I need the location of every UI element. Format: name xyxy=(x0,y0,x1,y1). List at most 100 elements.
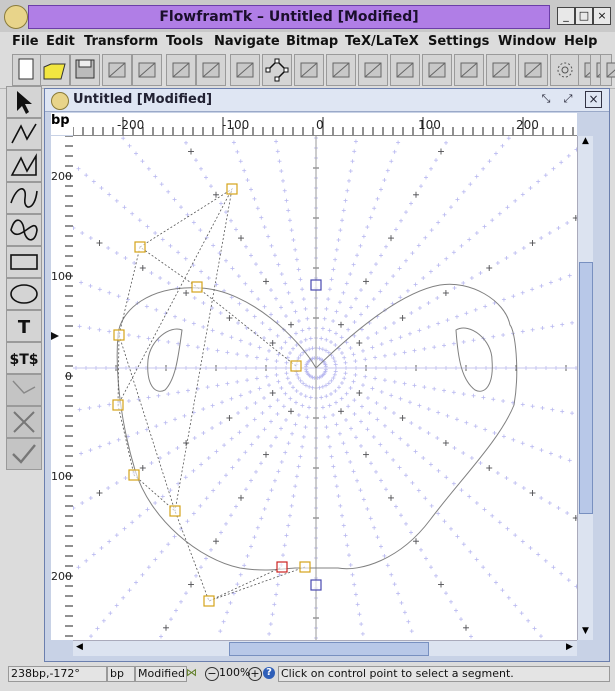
zoom-out-icon[interactable]: − xyxy=(205,667,219,681)
control-point[interactable] xyxy=(290,360,302,372)
status-units[interactable]: bp xyxy=(107,666,135,682)
status-position: 238bp,-172° xyxy=(8,666,107,682)
menu-edit[interactable]: Edit xyxy=(46,34,75,49)
menu-tex-latex[interactable]: TeX/LaTeX xyxy=(345,34,419,49)
vruler-label: 100 xyxy=(51,270,72,283)
window-title: FlowframTk – Untitled [Modified] xyxy=(28,5,550,29)
maximize-button[interactable]: □ xyxy=(575,7,593,25)
menu-settings[interactable]: Settings xyxy=(428,34,489,49)
ruler-units: bp xyxy=(51,113,73,135)
edit-off-icon[interactable] xyxy=(6,374,42,406)
control-point[interactable] xyxy=(112,399,124,411)
horizontal-scroll-thumb[interactable] xyxy=(229,642,429,656)
scroll-right-arrow[interactable]: ▶ xyxy=(563,642,576,655)
zoom-in-icon[interactable]: + xyxy=(248,667,262,681)
open-icon[interactable] xyxy=(40,54,70,86)
ellipse-icon[interactable] xyxy=(6,278,42,310)
control-point[interactable] xyxy=(134,241,146,253)
control-point[interactable] xyxy=(276,561,288,573)
more-icon[interactable] xyxy=(600,54,615,86)
zoom-level[interactable]: 100% xyxy=(219,666,250,679)
close-button[interactable]: × xyxy=(593,7,611,25)
status-hint: Click on control point to select a segme… xyxy=(278,666,610,682)
closed-curve-icon[interactable] xyxy=(6,214,42,246)
vruler-label: 100 xyxy=(51,470,72,483)
menu-tools[interactable]: Tools xyxy=(166,34,203,49)
menu-help[interactable]: Help xyxy=(564,34,597,49)
scroll-down-arrow[interactable]: ▼ xyxy=(579,626,592,639)
vertical-scrollbar[interactable]: ▲ ▼ xyxy=(577,136,593,640)
rectangle-icon[interactable] xyxy=(6,246,42,278)
pattern-icon[interactable] xyxy=(518,54,548,86)
closed-line-icon[interactable] xyxy=(6,150,42,182)
minimize-button[interactable]: _ xyxy=(557,7,575,25)
maximize-frame-button[interactable]: ⤢ xyxy=(561,92,575,106)
control-point[interactable] xyxy=(169,505,181,517)
back-icon[interactable] xyxy=(326,54,356,86)
control-point[interactable] xyxy=(128,469,140,481)
menu-window[interactable]: Window xyxy=(498,34,556,49)
reduce-icon[interactable] xyxy=(358,54,388,86)
cut-icon[interactable] xyxy=(132,54,162,86)
menu-file[interactable]: File xyxy=(12,34,39,49)
select-icon[interactable] xyxy=(6,86,42,118)
title-bar: FlowframTk – Untitled [Modified] _ □ × xyxy=(0,0,615,32)
hruler-label: -100 xyxy=(222,118,249,132)
vruler-label: 200 xyxy=(51,570,72,583)
star-icon[interactable] xyxy=(550,54,580,86)
rotate-icon[interactable] xyxy=(390,54,420,86)
curve-icon[interactable] xyxy=(6,182,42,214)
document-title-bar: Untitled [Modified] ⤡ ⤢ × xyxy=(45,89,609,112)
tool-palette: T $T$ xyxy=(6,86,42,470)
scale-icon[interactable] xyxy=(422,54,452,86)
scroll-left-arrow[interactable]: ◀ xyxy=(73,642,86,655)
toolbar xyxy=(0,52,615,89)
shear-icon[interactable] xyxy=(454,54,484,86)
svg-text:T: T xyxy=(18,317,31,338)
horizontal-scrollbar[interactable]: ◀ ▶ xyxy=(73,640,577,656)
vruler-label: 200 xyxy=(51,170,72,183)
control-point[interactable] xyxy=(299,561,311,573)
hruler-label: 0 xyxy=(316,118,324,132)
front-icon[interactable] xyxy=(294,54,324,86)
zoom-width-icon[interactable]: ⋈ xyxy=(186,666,200,680)
control-point[interactable] xyxy=(226,183,238,195)
control-point[interactable] xyxy=(310,579,322,591)
status-bar: 238bp,-172° bp Modified ⋈ − 100% + ? Cli… xyxy=(0,664,615,691)
menu-bitmap[interactable]: Bitmap xyxy=(286,34,338,49)
save-icon[interactable] xyxy=(70,54,100,86)
iconify-button[interactable]: ⤡ xyxy=(539,92,553,106)
document-icon xyxy=(51,92,69,110)
ungroup-icon[interactable] xyxy=(230,54,260,86)
control-point[interactable] xyxy=(113,329,125,341)
new-icon[interactable] xyxy=(12,54,42,86)
close-frame-button[interactable]: × xyxy=(585,91,602,108)
horizontal-ruler: -200 -100 0 100 200 xyxy=(72,113,577,136)
edit-path-icon[interactable] xyxy=(262,54,292,86)
hruler-label: -200 xyxy=(117,118,144,132)
menu-navigate[interactable]: Navigate xyxy=(214,34,280,49)
control-point[interactable] xyxy=(310,279,322,291)
math-text-icon[interactable]: $T$ xyxy=(6,342,42,374)
status-modified: Modified xyxy=(135,666,187,682)
vertical-ruler: 200 100 0 100 200 xyxy=(51,135,74,640)
vertical-scroll-thumb[interactable] xyxy=(579,262,593,514)
control-point[interactable] xyxy=(191,281,203,293)
info-icon: ? xyxy=(263,667,275,679)
hruler-label: 100 xyxy=(418,118,441,132)
svg-text:$T$: $T$ xyxy=(9,352,38,368)
paste-icon[interactable] xyxy=(166,54,196,86)
control-point[interactable] xyxy=(203,595,215,607)
text-icon[interactable]: T xyxy=(6,310,42,342)
cancel-icon[interactable] xyxy=(6,406,42,438)
distort-icon[interactable] xyxy=(486,54,516,86)
menu-transform[interactable]: Transform xyxy=(84,34,158,49)
group-icon[interactable] xyxy=(196,54,226,86)
app-icon[interactable] xyxy=(4,5,28,29)
line-icon[interactable] xyxy=(6,118,42,150)
scroll-up-arrow[interactable]: ▲ xyxy=(579,136,592,149)
drawing-canvas[interactable] xyxy=(73,136,577,640)
vruler-label: 0 xyxy=(65,370,72,383)
select-area-icon[interactable] xyxy=(102,54,132,86)
confirm-icon[interactable] xyxy=(6,438,42,470)
